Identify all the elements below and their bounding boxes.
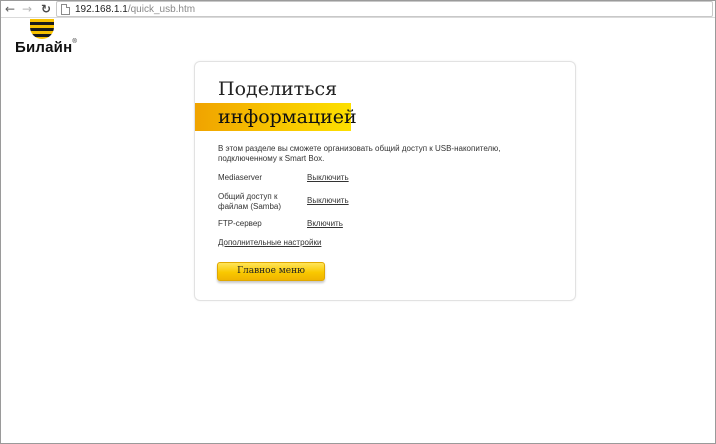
mediaserver-toggle-link[interactable]: Выключить	[307, 173, 349, 183]
arrow-right-icon[interactable]: →	[20, 2, 34, 16]
browser-toolbar: ← → ↻ 192.168.1.1/quick_usb.htm	[1, 1, 715, 18]
logo-text: Билайн®	[15, 39, 77, 56]
mediaserver-label: Mediaserver	[218, 173, 263, 182]
address-bar[interactable]: 192.168.1.1/quick_usb.htm	[56, 1, 713, 17]
ftp-toggle-link[interactable]: Включить	[307, 219, 343, 229]
reload-icon[interactable]: ↻	[39, 2, 53, 16]
browser-window: ← → ↻ 192.168.1.1/quick_usb.htm Билайн® …	[0, 0, 716, 444]
page-icon	[61, 4, 70, 15]
advanced-settings-link[interactable]: Дополнительные настройки	[218, 238, 321, 248]
usb-share-card: Поделиться информацией В этом разделе вы…	[194, 61, 576, 301]
beeline-logo: Билайн®	[15, 19, 85, 61]
url-path: /quick_usb.htm	[127, 4, 196, 15]
page-title-line2: информацией	[218, 106, 357, 128]
main-menu-button[interactable]: Главное меню	[217, 262, 325, 281]
page-title-line1: Поделиться	[218, 78, 338, 100]
ftp-label: FTP-сервер	[218, 219, 262, 228]
arrow-left-icon[interactable]: ←	[3, 2, 17, 16]
url-host: 192.168.1.1	[75, 4, 128, 15]
samba-label: Общий доступ к файлам (Samba)	[218, 192, 281, 212]
url-text[interactable]: 192.168.1.1/quick_usb.htm	[75, 3, 195, 16]
section-description: В этом разделе вы сможете организовать о…	[218, 144, 501, 163]
samba-label-line1: Общий доступ к	[218, 192, 278, 201]
samba-toggle-link[interactable]: Выключить	[307, 196, 349, 206]
samba-label-line2: файлам (Samba)	[218, 202, 282, 211]
beeline-logo-icon	[30, 19, 54, 39]
